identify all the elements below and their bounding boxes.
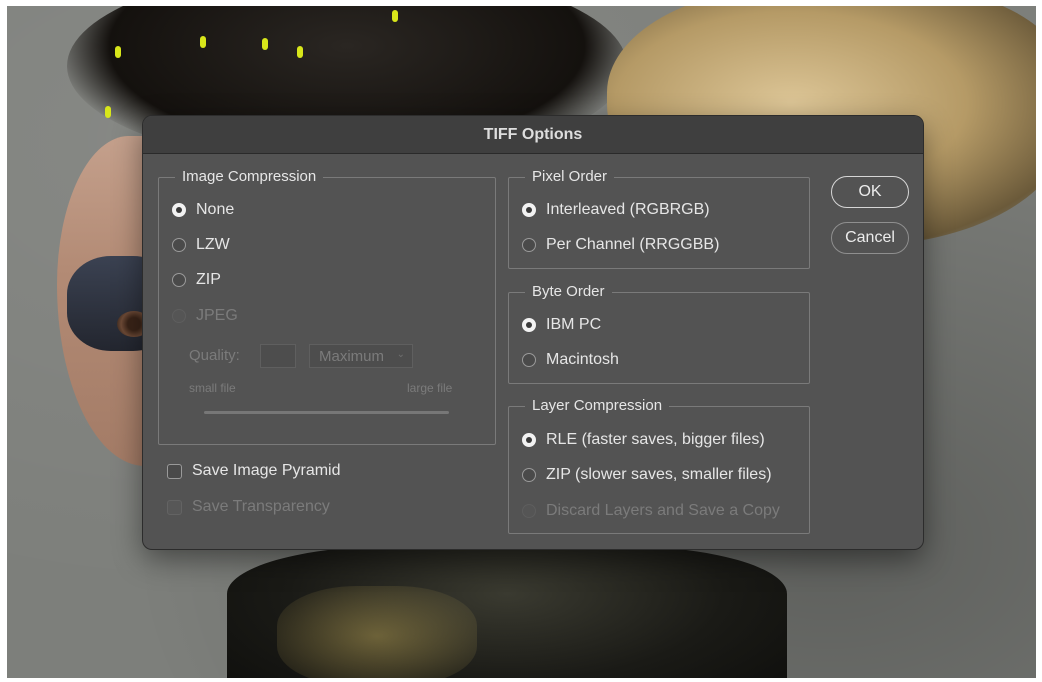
save-image-pyramid-checkbox[interactable] [167, 463, 182, 479]
artwork-bead [392, 10, 398, 22]
pixel-order-group: Pixel Order [508, 167, 810, 269]
pixel-order-per-channel[interactable]: Per Channel (RRGGBB) [522, 236, 719, 254]
layer-compression-rle[interactable]: RLE (faster saves, bigger files) [522, 431, 765, 449]
chevron-down-icon: ⌄ [396, 349, 405, 360]
radio-button [522, 504, 536, 518]
save-transparency-checkbox [167, 499, 182, 515]
compression-option-label: JPEG [196, 307, 238, 324]
ok-button[interactable]: OK [831, 176, 909, 208]
small-file-label: small file [189, 381, 236, 395]
layer-compression-zip[interactable]: ZIP (slower saves, smaller files) [522, 466, 772, 484]
compression-option-none[interactable]: None [172, 201, 234, 219]
dialog-title: TIFF Options [483, 125, 583, 143]
artwork-bead [297, 46, 303, 58]
image-compression-legend: Image Compression [175, 167, 324, 187]
large-file-label: large file [407, 381, 453, 395]
layer-compression-label: Discard Layers and Save a Copy [546, 502, 780, 519]
radio-button[interactable] [522, 468, 536, 482]
byte-order-macintosh[interactable]: Macintosh [522, 351, 619, 369]
compression-option-label: None [196, 201, 235, 218]
compression-option-jpeg: JPEG [172, 307, 238, 325]
quality-slider [204, 411, 449, 414]
artwork-bead [105, 106, 111, 118]
pixel-order-label: Interleaved (RGBRGB) [546, 201, 710, 218]
layer-compression-label: ZIP (slower saves, smaller files) [546, 466, 772, 483]
byte-order-ibm-pc[interactable]: IBM PC [522, 316, 601, 334]
pixel-order-label: Per Channel (RRGGBB) [546, 236, 720, 253]
save-transparency-option: Save Transparency [167, 498, 330, 516]
radio-button[interactable] [172, 273, 186, 287]
layer-compression-legend: Layer Compression [525, 396, 670, 416]
byte-order-label: Macintosh [546, 351, 619, 368]
radio-button[interactable] [522, 318, 536, 332]
compression-option-label: LZW [196, 236, 230, 253]
compression-option-zip[interactable]: ZIP [172, 271, 221, 289]
save-transparency-label: Save Transparency [192, 498, 330, 515]
radio-button[interactable] [172, 203, 186, 217]
tiff-options-dialog: TIFF Options Image Compression None LZW … [143, 116, 923, 549]
save-image-pyramid-label: Save Image Pyramid [192, 462, 341, 479]
artwork-bead [115, 46, 121, 58]
save-image-pyramid-option[interactable]: Save Image Pyramid [167, 462, 341, 480]
byte-order-label: IBM PC [546, 316, 602, 333]
radio-button[interactable] [522, 353, 536, 367]
compression-option-label: ZIP [196, 271, 221, 288]
quality-label: Quality: [189, 347, 240, 364]
dialog-titlebar[interactable]: TIFF Options [143, 116, 923, 154]
artwork-bead [200, 36, 206, 48]
artwork-robe-embroidery [277, 586, 477, 678]
artwork-bead [262, 38, 268, 50]
byte-order-legend: Byte Order [525, 282, 612, 302]
byte-order-group: Byte Order [508, 282, 810, 384]
layer-compression-discard: Discard Layers and Save a Copy [522, 502, 780, 520]
quality-preset-select: Maximum ⌄ [309, 344, 413, 368]
radio-button[interactable] [172, 238, 186, 252]
pixel-order-legend: Pixel Order [525, 167, 615, 187]
cancel-button[interactable]: Cancel [831, 222, 909, 254]
radio-button [172, 309, 186, 323]
quality-preset-value: Maximum [319, 347, 385, 365]
quality-value-input [260, 344, 296, 368]
radio-button[interactable] [522, 203, 536, 217]
layer-compression-label: RLE (faster saves, bigger files) [546, 431, 765, 448]
radio-button[interactable] [522, 238, 536, 252]
radio-button[interactable] [522, 433, 536, 447]
compression-option-lzw[interactable]: LZW [172, 236, 230, 254]
pixel-order-interleaved[interactable]: Interleaved (RGBRGB) [522, 201, 710, 219]
